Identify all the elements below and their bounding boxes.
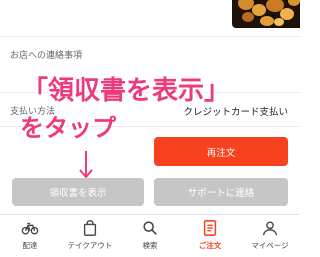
contact-support-button[interactable]: サポートに連絡 (154, 178, 288, 206)
tab-label: テイクアウト (67, 241, 113, 250)
user-icon (263, 221, 277, 236)
receipt-icon (203, 220, 217, 236)
reorder-button[interactable]: 再注文 (154, 137, 288, 166)
bicycle-icon (21, 222, 39, 235)
tab-label: 配達 (22, 241, 38, 250)
tab-label: マイページ (251, 241, 289, 250)
annotation-subtitle: をタップ (20, 114, 116, 142)
tab-label: 検索 (142, 241, 158, 250)
tab-takeout[interactable]: テイクアウト (60, 215, 120, 257)
search-icon (143, 221, 157, 235)
tab-orders[interactable]: ご注文 (180, 215, 240, 257)
annotation-title: 「領収書を表示」 (22, 76, 231, 106)
arrow-down-icon (79, 151, 93, 179)
contact-notes-label: お店への連絡事項 (10, 51, 83, 61)
bottom-tab-bar: 配達 テイクアウト 検索 ご注文 マイページ (0, 214, 300, 257)
tab-delivery[interactable]: 配達 (0, 215, 60, 257)
shopping-bag-icon (83, 220, 97, 236)
tab-mypage[interactable]: マイページ (240, 215, 300, 257)
tab-label: ご注文 (198, 241, 222, 250)
tab-search[interactable]: 検索 (120, 215, 180, 257)
divider-top (0, 36, 300, 37)
food-thumbnail (232, 0, 300, 28)
show-receipt-button[interactable]: 領収書を表示 (12, 178, 144, 206)
